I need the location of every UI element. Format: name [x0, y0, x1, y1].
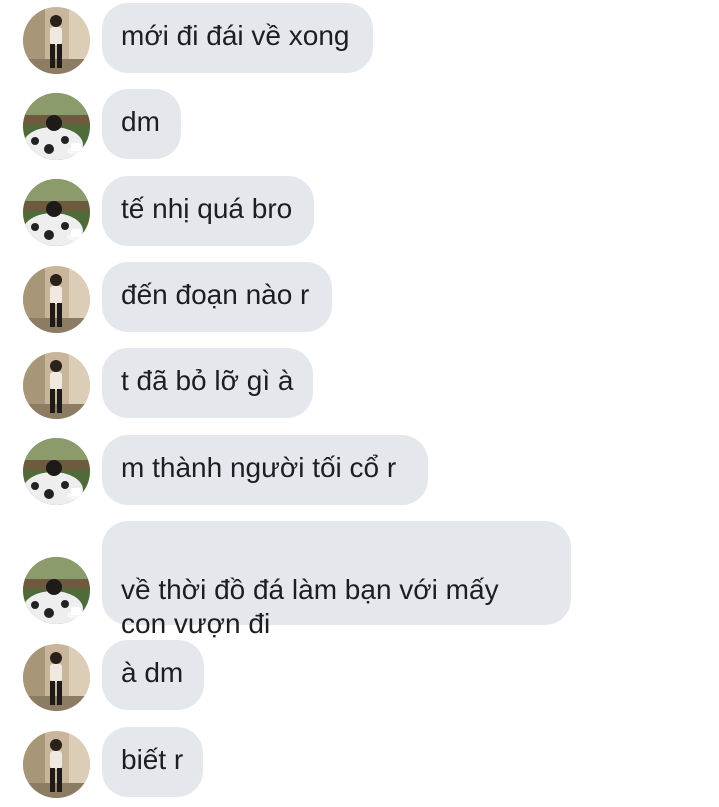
avatar[interactable] — [23, 266, 90, 333]
message-text: à dm — [121, 657, 184, 688]
message-bubble[interactable]: đến đoạn nào r — [102, 262, 332, 332]
message-text: dm — [121, 106, 160, 137]
avatar[interactable] — [23, 731, 90, 798]
message-text: mới đi đái về xong — [121, 20, 350, 51]
avatar[interactable] — [23, 438, 90, 505]
avatar[interactable] — [23, 93, 90, 160]
message-text: t đã bỏ lỡ gì à — [121, 365, 294, 396]
message-text: đến đoạn nào r — [121, 279, 310, 310]
avatar-standing-person-icon — [23, 352, 90, 419]
avatar-seated-person-icon — [23, 93, 90, 160]
message-bubble[interactable]: tế nhị quá bro — [102, 176, 314, 246]
avatar-seated-person-icon — [23, 179, 90, 246]
avatar-standing-person-icon — [23, 644, 90, 711]
avatar-seated-person-icon — [23, 438, 90, 505]
message-text: về thời đồ đá làm bạn với mấy con vượn đ… — [121, 574, 499, 639]
avatar[interactable] — [23, 557, 90, 624]
message-bubble[interactable]: mới đi đái về xong — [102, 3, 373, 73]
avatar-standing-person-icon — [23, 266, 90, 333]
avatar-standing-person-icon — [23, 731, 90, 798]
avatar[interactable] — [23, 644, 90, 711]
message-text: tế nhị quá bro — [121, 193, 293, 224]
avatar[interactable] — [23, 352, 90, 419]
message-bubble[interactable]: dm — [102, 89, 181, 159]
message-bubble[interactable]: về thời đồ đá làm bạn với mấy con vượn đ… — [102, 521, 571, 639]
avatar-standing-person-icon — [23, 7, 90, 74]
message-text: m thành người tối cổ r — [121, 452, 397, 483]
message-bubble[interactable]: m thành người tối cổ r — [102, 435, 428, 505]
message-text: biết r — [121, 744, 184, 775]
message-bubble[interactable]: biết r — [102, 727, 203, 797]
avatar-seated-person-icon — [23, 557, 90, 624]
message-bubble[interactable]: t đã bỏ lỡ gì à — [102, 348, 313, 418]
avatar[interactable] — [23, 179, 90, 246]
message-bubble[interactable]: à dm — [102, 640, 204, 710]
avatar[interactable] — [23, 7, 90, 74]
